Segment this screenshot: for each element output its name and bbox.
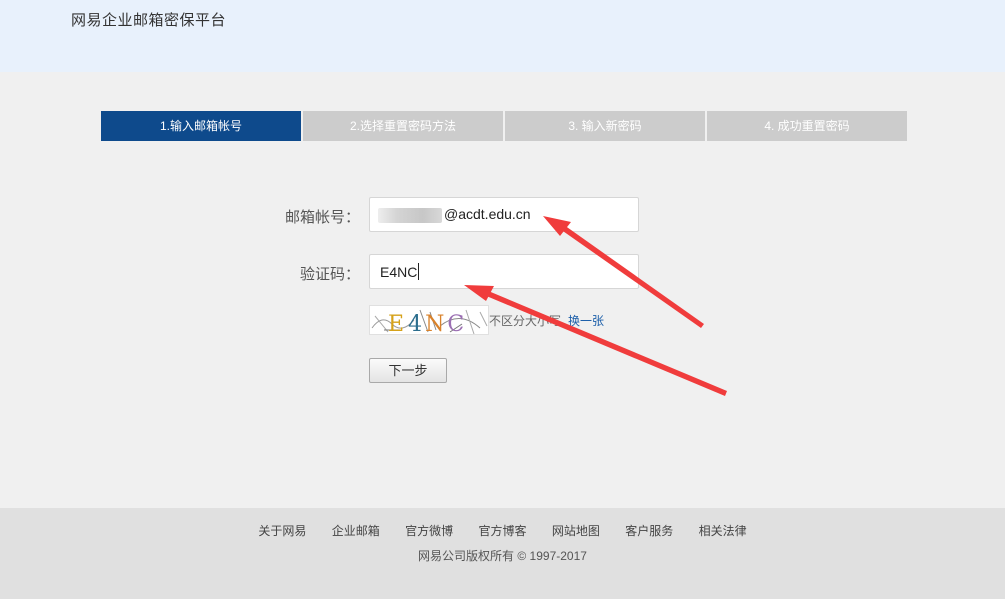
redacted-username	[378, 208, 442, 223]
captcha-drawing: E4NC	[371, 309, 488, 335]
footer-link-legal[interactable]: 相关法律	[699, 522, 747, 539]
text-caret	[418, 263, 420, 280]
captcha-input-value: E4NC	[380, 263, 420, 280]
captcha-refresh-link[interactable]: 换一张	[568, 312, 604, 329]
captcha-image[interactable]: E4NC	[369, 305, 489, 335]
captcha-glyph-n: N	[425, 312, 444, 335]
captcha-glyph-e: E	[388, 312, 404, 335]
email-domain-text: @acdt.edu.cn	[444, 206, 531, 222]
page-title: 网易企业邮箱密保平台	[71, 12, 227, 29]
copyright: 网易公司版权所有 © 1997-2017	[418, 549, 587, 563]
step-4-success: 4. 成功重置密码	[707, 111, 907, 141]
step-3-new-password: 3. 输入新密码	[505, 111, 705, 141]
footer-link-blog[interactable]: 官方博客	[478, 522, 526, 539]
footer-link-weibo[interactable]: 官方微博	[405, 522, 453, 539]
captcha-input[interactable]: E4NC	[369, 254, 639, 289]
captcha-hint: 不区分大小写	[489, 314, 562, 328]
email-label: 邮箱帐号：	[284, 209, 360, 226]
footer-link-about[interactable]: 关于网易	[258, 522, 306, 539]
step-1-enter-email: 1.输入邮箱帐号	[101, 111, 301, 141]
footer-link-support[interactable]: 客户服务	[625, 522, 673, 539]
header: 网易企业邮箱密保平台	[0, 0, 1005, 72]
email-input[interactable]: @acdt.edu.cn	[369, 197, 639, 232]
footer-link-sitemap[interactable]: 网站地图	[552, 522, 600, 539]
step-progress: 1.输入邮箱帐号 2.选择重置密码方法 3. 输入新密码 4. 成功重置密码	[101, 111, 907, 141]
annotation-arrow-captcha	[464, 285, 727, 396]
captcha-glyph-4: 4	[408, 312, 422, 335]
captcha-label: 验证码：	[299, 266, 360, 283]
captcha-char-1: E4NC	[388, 312, 464, 335]
footer-link-enterprise-mail[interactable]: 企业邮箱	[332, 522, 380, 539]
captcha-glyph-c: C	[447, 312, 464, 335]
page: 网易企业邮箱密保平台 1.输入邮箱帐号 2.选择重置密码方法 3. 输入新密码 …	[0, 0, 1005, 599]
footer: 关于网易 企业邮箱 官方微博 官方博客 网站地图 客户服务 相关法律 网易公司版…	[0, 508, 1005, 599]
next-step-button[interactable]: 下一步	[369, 358, 447, 383]
footer-links: 关于网易 企业邮箱 官方微博 官方博客 网站地图 客户服务 相关法律	[0, 522, 1005, 539]
step-2-choose-method: 2.选择重置密码方法	[303, 111, 503, 141]
captcha-typed-text: E4NC	[380, 264, 418, 280]
